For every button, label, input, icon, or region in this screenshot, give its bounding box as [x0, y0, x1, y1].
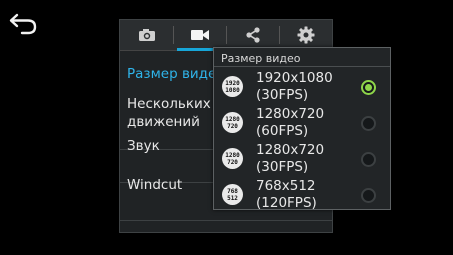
popup-title: Размер видео — [221, 52, 301, 65]
share-icon — [245, 27, 260, 43]
option-1280x720-60fps[interactable]: 1280 720 1280x720 (60FPS) — [214, 106, 390, 142]
radio-button[interactable] — [361, 80, 376, 95]
camera-icon — [138, 29, 155, 41]
resolution-icon: 1280 720 — [222, 148, 243, 169]
radio-button[interactable] — [361, 152, 376, 167]
video-camera-icon — [190, 30, 209, 40]
back-arrow-icon — [9, 13, 37, 35]
setting-label: Размер видео — [127, 66, 225, 82]
tab-video[interactable] — [173, 20, 226, 51]
option-1920x1080-30fps[interactable]: 1920 1080 1920x1080 (30FPS) — [214, 70, 390, 106]
resolution-icon: 1920 1080 — [222, 76, 243, 97]
option-1280x720-30fps[interactable]: 1280 720 1280x720 (30FPS) — [214, 142, 390, 178]
resolution-icon: 1280 720 — [222, 112, 243, 133]
setting-label: Нескольких движений — [127, 96, 211, 130]
video-size-popup: Размер видео 1920 1080 1920x1080 (30FPS)… — [213, 47, 391, 211]
gear-icon — [297, 26, 314, 44]
tab-share[interactable] — [226, 20, 279, 50]
divider — [214, 66, 390, 67]
option-label: 1920x1080 (30FPS) — [256, 70, 333, 103]
option-label: 1280x720 (30FPS) — [256, 142, 325, 175]
setting-label: Windcut — [127, 177, 183, 193]
setting-label: Звук — [127, 138, 160, 154]
radio-button[interactable] — [361, 188, 376, 203]
back-button[interactable] — [8, 10, 40, 36]
resolution-icon: 768 512 — [222, 184, 243, 205]
option-768x512-120fps[interactable]: 768 512 768x512 (120FPS) — [214, 178, 390, 214]
radio-button[interactable] — [361, 116, 376, 131]
tab-camera[interactable] — [120, 20, 173, 50]
option-label: 1280x720 (60FPS) — [256, 106, 325, 139]
option-label: 768x512 (120FPS) — [256, 178, 317, 211]
tab-settings[interactable] — [279, 20, 332, 50]
